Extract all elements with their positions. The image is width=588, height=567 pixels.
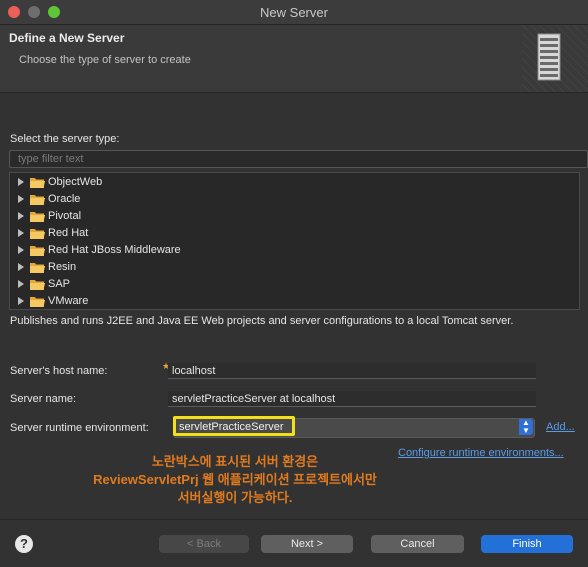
server-description: Publishes and runs J2EE and Java EE Web … — [10, 315, 514, 327]
folder-icon — [30, 279, 45, 290]
folder-icon — [30, 211, 45, 222]
back-button[interactable]: < Back — [159, 535, 249, 553]
expand-arrow-icon[interactable] — [18, 229, 24, 237]
host-name-field[interactable]: localhost — [168, 363, 536, 379]
tree-item-label: Red Hat JBoss Middleware — [48, 244, 181, 256]
runtime-env-value: servletPracticeServer — [179, 421, 284, 433]
title-bar: New Server — [0, 0, 588, 25]
tree-item-label: Red Hat — [48, 227, 89, 239]
server-icon — [522, 25, 588, 92]
tree-item-label: Oracle — [48, 193, 81, 205]
expand-arrow-icon[interactable] — [18, 263, 24, 271]
server-name-label: Server name: — [10, 393, 77, 405]
expand-arrow-icon[interactable] — [18, 297, 24, 305]
expand-arrow-icon[interactable] — [18, 178, 24, 186]
tree-item-oracle[interactable]: Oracle — [10, 191, 80, 207]
finish-button[interactable]: Finish — [481, 535, 573, 553]
tree-item-label: Resin — [48, 261, 77, 273]
tree-item-vmware[interactable]: VMware — [10, 293, 88, 309]
annotation-line-1: 노란박스에 표시된 서버 환경은 — [151, 454, 319, 469]
folder-icon — [30, 228, 45, 239]
tree-item-label: Pivotal — [48, 210, 82, 222]
annotation-line-2: ReviewServletPrj 웹 애플리케이션 프로젝트에서만 — [93, 472, 377, 487]
help-button[interactable]: ? — [15, 535, 33, 553]
add-runtime-link[interactable]: Add... — [546, 421, 575, 433]
page-subtitle: Choose the type of server to create — [19, 54, 191, 66]
runtime-env-label: Server runtime environment: — [10, 422, 149, 434]
server-type-label: Select the server type: — [10, 133, 120, 145]
expand-arrow-icon[interactable] — [18, 280, 24, 288]
next-button[interactable]: Next > — [261, 535, 353, 553]
page-title: Define a New Server — [9, 31, 125, 45]
expand-arrow-icon[interactable] — [18, 212, 24, 220]
folder-icon — [30, 194, 45, 205]
folder-icon — [30, 177, 45, 188]
tree-item-resin[interactable]: Resin — [10, 259, 76, 275]
server-type-tree[interactable]: ObjectWeb Oracle Pivotal Red Hat Red Hat… — [9, 172, 580, 310]
folder-icon — [30, 262, 45, 273]
footer-divider — [0, 519, 588, 520]
cancel-button[interactable]: Cancel — [371, 535, 464, 553]
tree-item-sap[interactable]: SAP — [10, 276, 70, 292]
window-title: New Server — [260, 5, 328, 20]
filter-input[interactable]: type filter text — [9, 150, 588, 168]
server-name-field[interactable]: servletPracticeServer at localhost — [168, 391, 536, 407]
annotation-line-3: 서버실행이 가능하다. — [177, 490, 293, 505]
folder-icon — [30, 245, 45, 256]
expand-arrow-icon[interactable] — [18, 195, 24, 203]
tree-item-pivotal[interactable]: Pivotal — [10, 208, 81, 224]
tree-item-label: ObjectWeb — [48, 176, 103, 188]
dropdown-arrows-icon[interactable]: ▲ ▼ — [519, 419, 533, 435]
host-name-label: Server's host name: — [10, 365, 108, 377]
tree-item-objectweb[interactable]: ObjectWeb — [10, 174, 102, 190]
expand-arrow-icon[interactable] — [18, 246, 24, 254]
tree-item-red-hat[interactable]: Red Hat — [10, 225, 88, 241]
tree-item-label: VMware — [48, 295, 89, 307]
wizard-header: Define a New Server Choose the type of s… — [0, 25, 588, 93]
folder-icon — [30, 296, 45, 307]
tree-item-label: SAP — [48, 278, 71, 290]
tree-item-red-hat-jboss[interactable]: Red Hat JBoss Middleware — [10, 242, 181, 258]
